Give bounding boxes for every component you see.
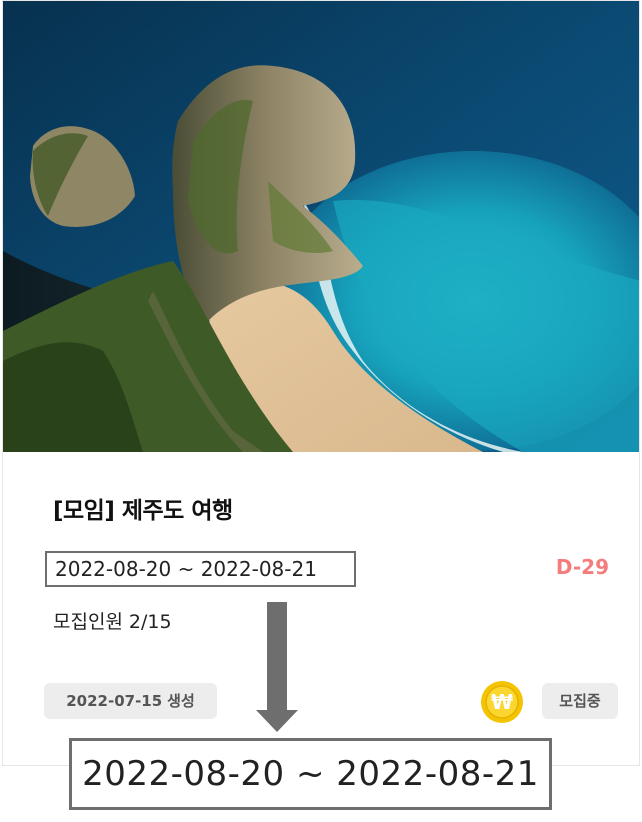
down-arrow-icon bbox=[256, 602, 298, 732]
meeting-card[interactable]: [모임] 제주도 여행 2022-08-20 ~ 2022-08-21 D-29… bbox=[2, 0, 640, 766]
won-coin-icon: ₩ bbox=[481, 681, 523, 723]
meeting-title: [모임] 제주도 여행 bbox=[53, 498, 233, 524]
created-date-chip: 2022-07-15 생성 bbox=[44, 683, 217, 719]
d-day-badge: D-29 bbox=[555, 555, 609, 579]
coin-symbol: ₩ bbox=[491, 690, 513, 714]
member-count-value: 2/15 bbox=[128, 611, 172, 633]
member-count: 모집인원 2/15 bbox=[53, 607, 172, 634]
member-count-label: 모집인원 bbox=[53, 611, 123, 633]
date-range-zoom-text: 2022-08-20 ~ 2022-08-21 bbox=[82, 754, 539, 794]
date-range-highlight: 2022-08-20 ~ 2022-08-21 bbox=[45, 551, 356, 587]
card-photo bbox=[3, 1, 639, 452]
recruiting-status-chip: 모집중 bbox=[542, 683, 618, 719]
date-range-zoom: 2022-08-20 ~ 2022-08-21 bbox=[69, 738, 552, 810]
date-range: 2022-08-20 ~ 2022-08-21 bbox=[55, 557, 317, 581]
created-date: 2022-07-15 bbox=[66, 692, 163, 710]
created-suffix: 생성 bbox=[167, 692, 195, 710]
